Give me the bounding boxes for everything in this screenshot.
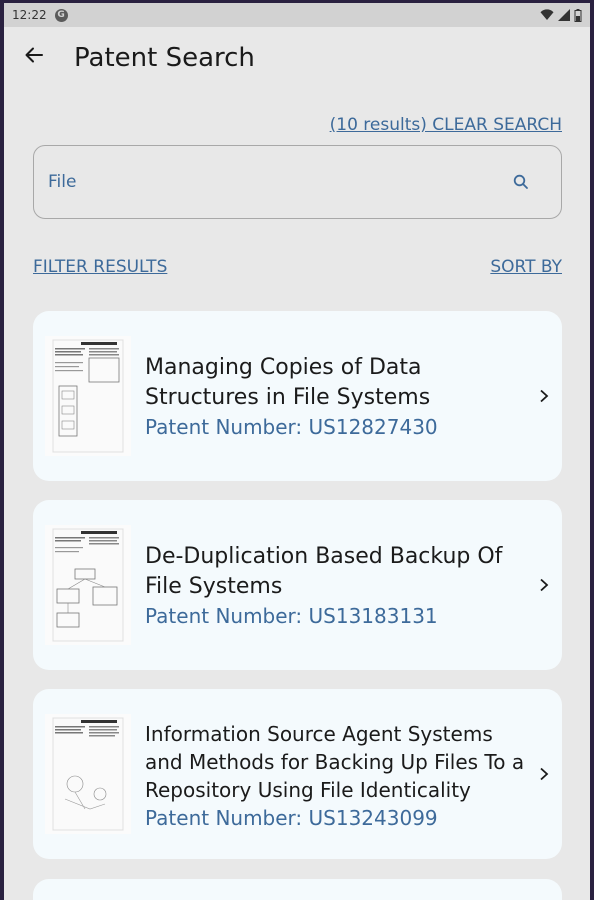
status-bar: 12:22 G: [4, 3, 590, 27]
chevron-right-icon: [536, 577, 552, 593]
app-bar: Patent Search: [4, 27, 590, 89]
wifi-icon: [540, 9, 554, 20]
search-field[interactable]: [33, 145, 562, 219]
status-time: 12:22: [12, 8, 47, 22]
back-arrow-icon: [25, 47, 43, 63]
status-icons: [540, 8, 582, 22]
back-button[interactable]: [20, 41, 48, 69]
sort-by-button[interactable]: SORT BY: [490, 257, 562, 277]
patent-thumbnail: [45, 525, 131, 645]
result-title: De-Duplication Based Backup Of File Syst…: [145, 544, 503, 599]
clear-search-link[interactable]: (10 results) CLEAR SEARCH: [330, 115, 562, 135]
patent-number: Patent Number: US13183131: [145, 604, 438, 628]
patent-number: Patent Number: US13243099: [145, 806, 438, 830]
result-card[interactable]: [33, 879, 562, 900]
patent-thumbnail: [45, 336, 131, 456]
signal-icon: [558, 9, 570, 21]
app-notification-icon: G: [54, 8, 68, 22]
search-input[interactable]: [48, 172, 509, 192]
app-screen: 12:22 G Patent Search (10 results) CLEAR…: [4, 3, 590, 900]
result-title: Managing Copies of Data Structures in Fi…: [145, 355, 431, 410]
battery-icon: [574, 8, 582, 22]
result-title: Information Source Agent Systems and Met…: [145, 722, 525, 802]
chevron-right-icon: [536, 388, 552, 404]
search-icon[interactable]: [509, 170, 533, 194]
chevron-right-icon: [536, 766, 552, 782]
patent-thumbnail: [45, 714, 131, 834]
filter-results-button[interactable]: FILTER RESULTS: [33, 257, 167, 277]
result-card[interactable]: De-Duplication Based Backup Of File Syst…: [33, 500, 562, 670]
patent-number: Patent Number: US12827430: [145, 415, 438, 439]
result-card[interactable]: Information Source Agent Systems and Met…: [33, 689, 562, 859]
page-title: Patent Search: [74, 43, 255, 73]
result-card[interactable]: Managing Copies of Data Structures in Fi…: [33, 311, 562, 481]
